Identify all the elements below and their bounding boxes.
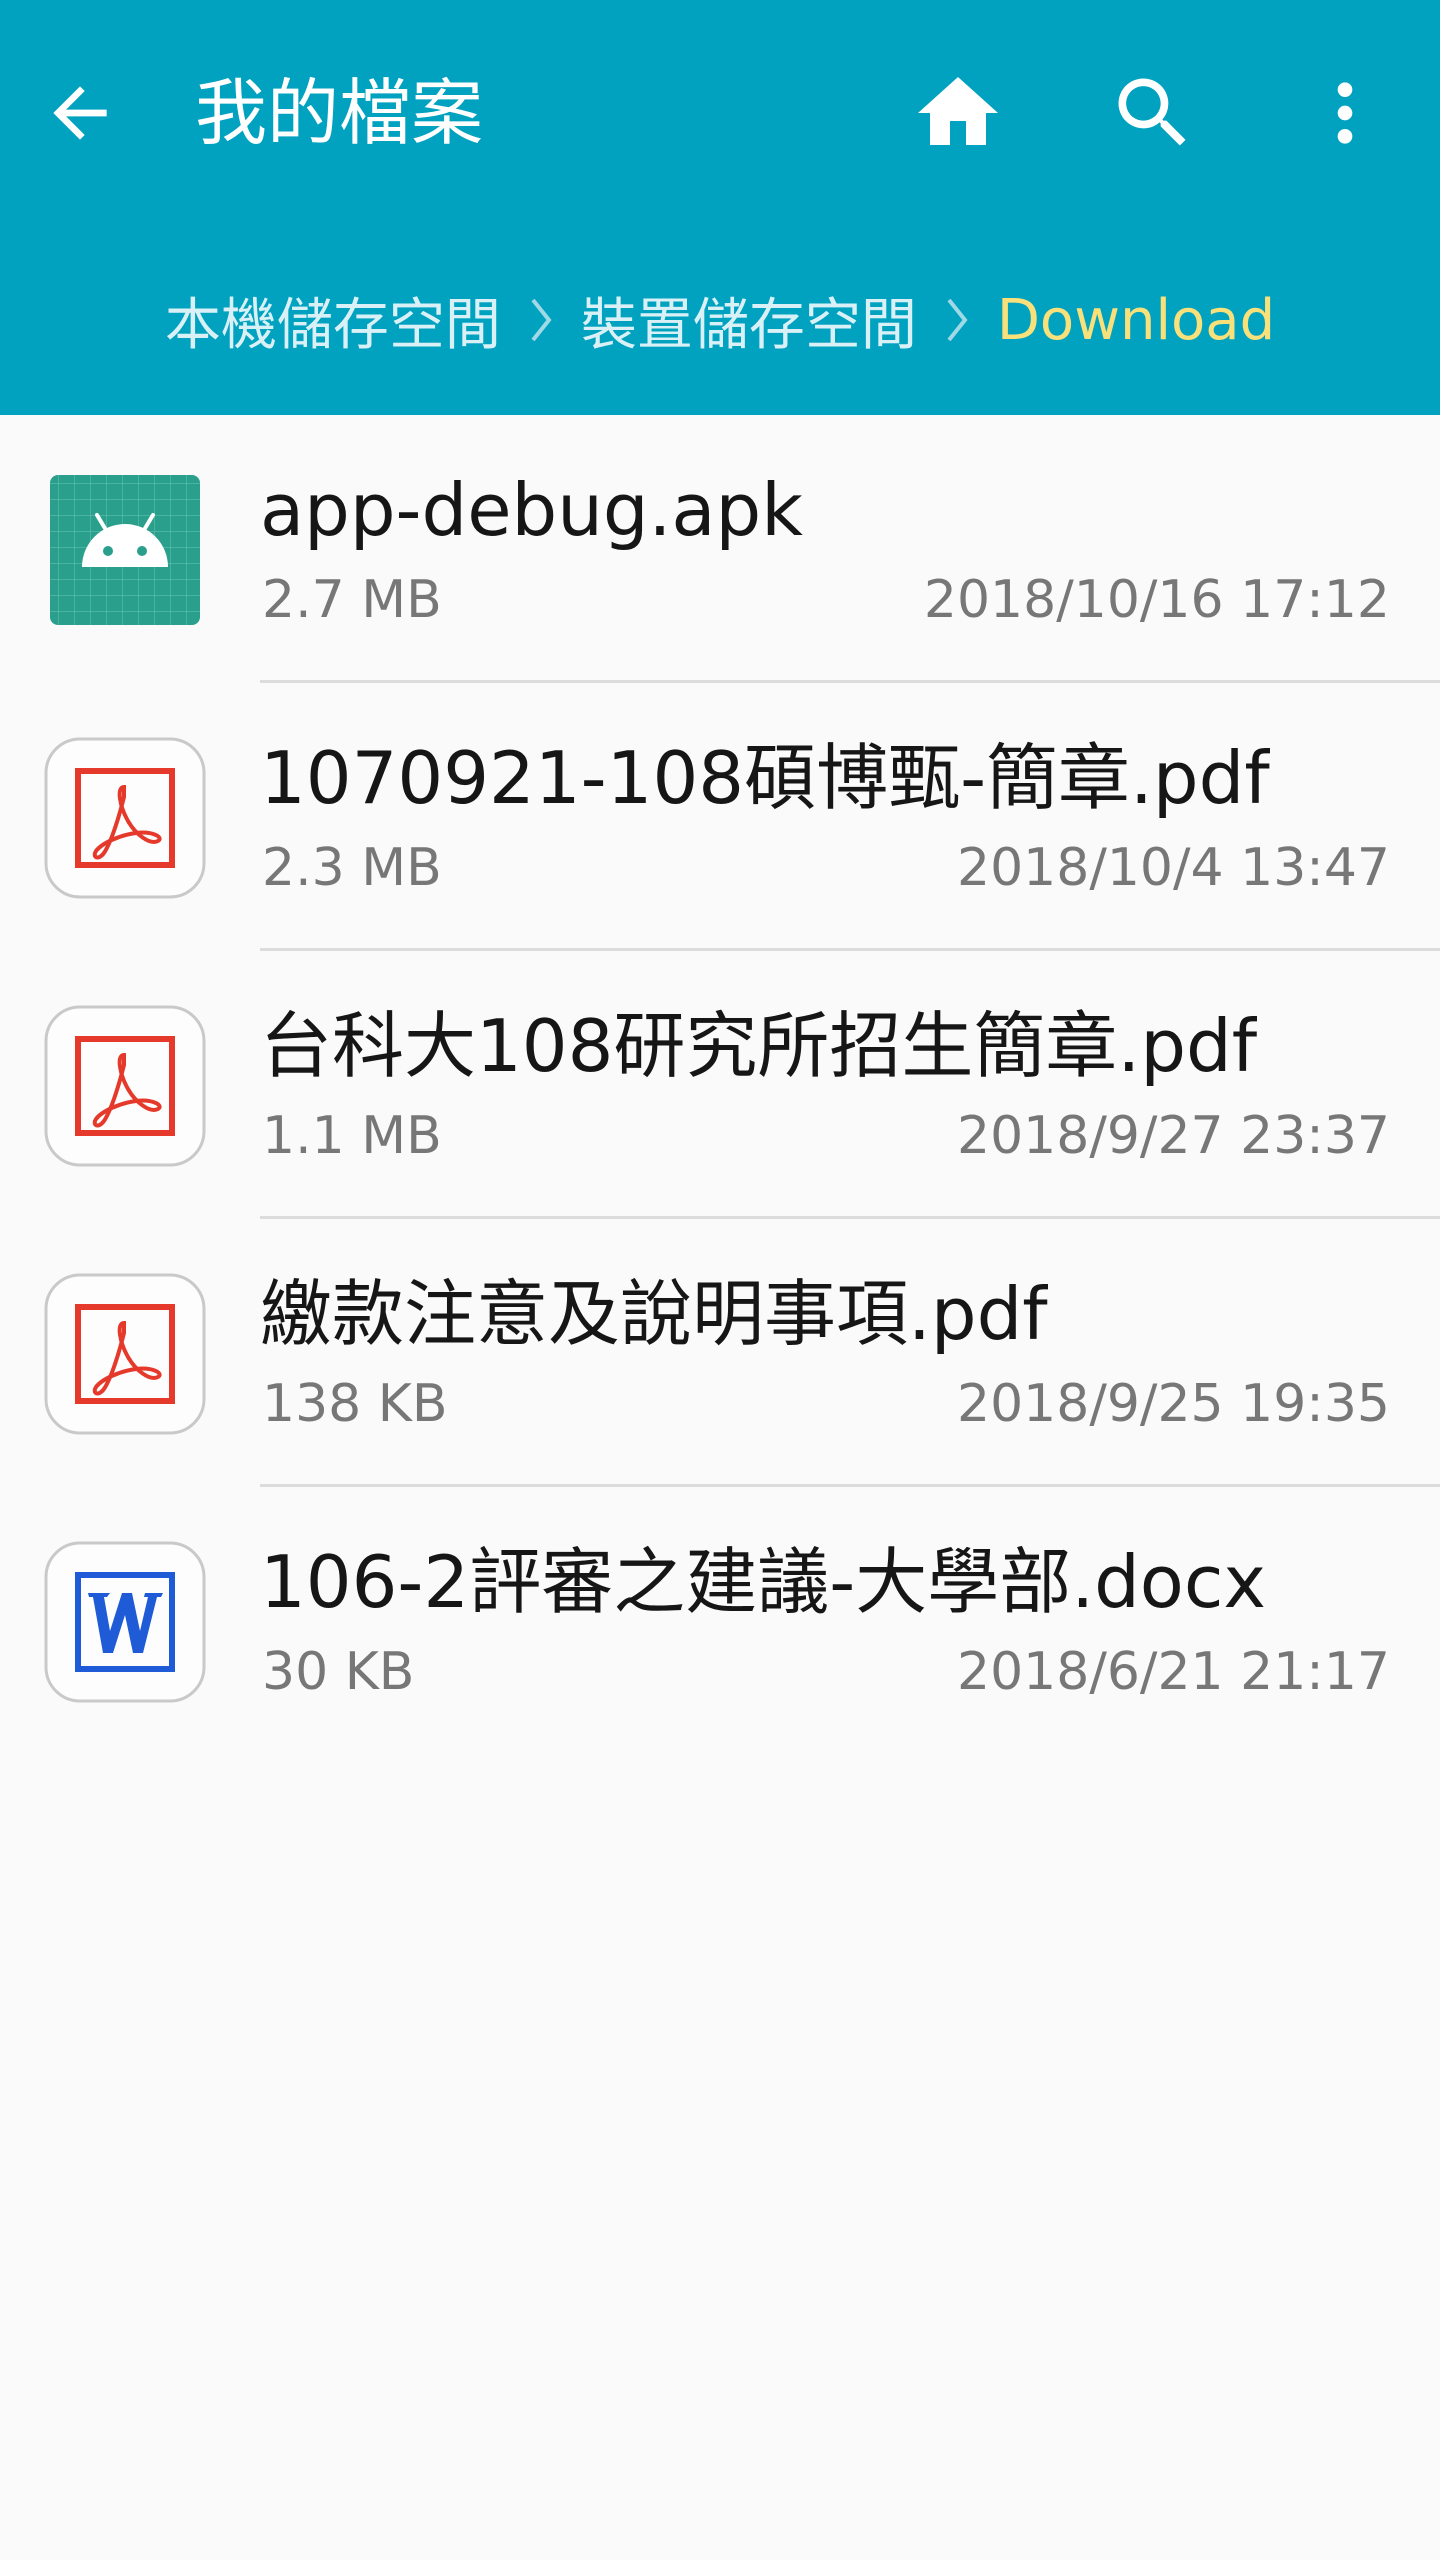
toolbar: 我的檔案 xyxy=(0,0,1440,225)
file-size: 138 KB xyxy=(262,1374,448,1434)
file-size: 30 KB xyxy=(262,1642,415,1702)
breadcrumb: 本機儲存空間 裝置儲存空間 Download xyxy=(0,270,1440,370)
pdf-icon xyxy=(42,1003,208,1169)
breadcrumb-item-download[interactable]: Download xyxy=(997,288,1275,353)
file-size: 2.3 MB xyxy=(262,838,442,898)
back-button[interactable] xyxy=(15,48,145,178)
file-row[interactable]: 106-2評審之建議-大學部.docx 30 KB 2018/6/21 21:1… xyxy=(0,1487,1440,1755)
file-row[interactable]: 繳款注意及說明事項.pdf 138 KB 2018/9/25 19:35 xyxy=(0,1219,1440,1487)
home-button[interactable] xyxy=(893,48,1023,178)
file-row[interactable]: 1070921-108碩博甄-簡章.pdf 2.3 MB 2018/10/4 1… xyxy=(0,683,1440,951)
file-date: 2018/9/27 23:37 xyxy=(956,1106,1390,1166)
breadcrumb-item-device-storage[interactable]: 裝置儲存空間 xyxy=(581,280,917,361)
file-name: 台科大108研究所招生簡章.pdf xyxy=(260,1004,1258,1088)
file-date: 2018/6/21 21:17 xyxy=(956,1642,1390,1702)
file-name: 1070921-108碩博甄-簡章.pdf xyxy=(260,736,1270,820)
search-button[interactable] xyxy=(1088,48,1218,178)
file-date: 2018/9/25 19:35 xyxy=(956,1374,1390,1434)
app-bar: 我的檔案 本機儲存空間 裝置儲存空間 Download xyxy=(0,0,1440,415)
file-row[interactable]: 台科大108研究所招生簡章.pdf 1.1 MB 2018/9/27 23:37 xyxy=(0,951,1440,1219)
home-icon xyxy=(918,77,998,145)
word-doc-icon xyxy=(42,1539,208,1705)
arrow-back-icon xyxy=(53,86,107,140)
file-size: 1.1 MB xyxy=(262,1106,442,1166)
breadcrumb-item-local-storage[interactable]: 本機儲存空間 xyxy=(165,280,501,361)
android-apk-icon xyxy=(42,467,208,633)
file-date: 2018/10/16 17:12 xyxy=(923,570,1390,630)
file-row[interactable]: app-debug.apk 2.7 MB 2018/10/16 17:12 xyxy=(0,415,1440,683)
chevron-right-icon xyxy=(527,292,555,348)
more-options-button[interactable] xyxy=(1280,48,1410,178)
file-name: app-debug.apk xyxy=(260,468,803,552)
file-size: 2.7 MB xyxy=(262,570,442,630)
file-name: 繳款注意及說明事項.pdf xyxy=(260,1272,1048,1356)
file-list: app-debug.apk 2.7 MB 2018/10/16 17:12 10… xyxy=(0,415,1440,1755)
more-vert-icon xyxy=(1337,82,1353,144)
search-icon xyxy=(1118,78,1186,146)
file-date: 2018/10/4 13:47 xyxy=(956,838,1390,898)
file-name: 106-2評審之建議-大學部.docx xyxy=(260,1540,1267,1624)
pdf-icon xyxy=(42,1271,208,1437)
pdf-icon xyxy=(42,735,208,901)
page-title: 我的檔案 xyxy=(195,71,484,155)
chevron-right-icon xyxy=(943,292,971,348)
